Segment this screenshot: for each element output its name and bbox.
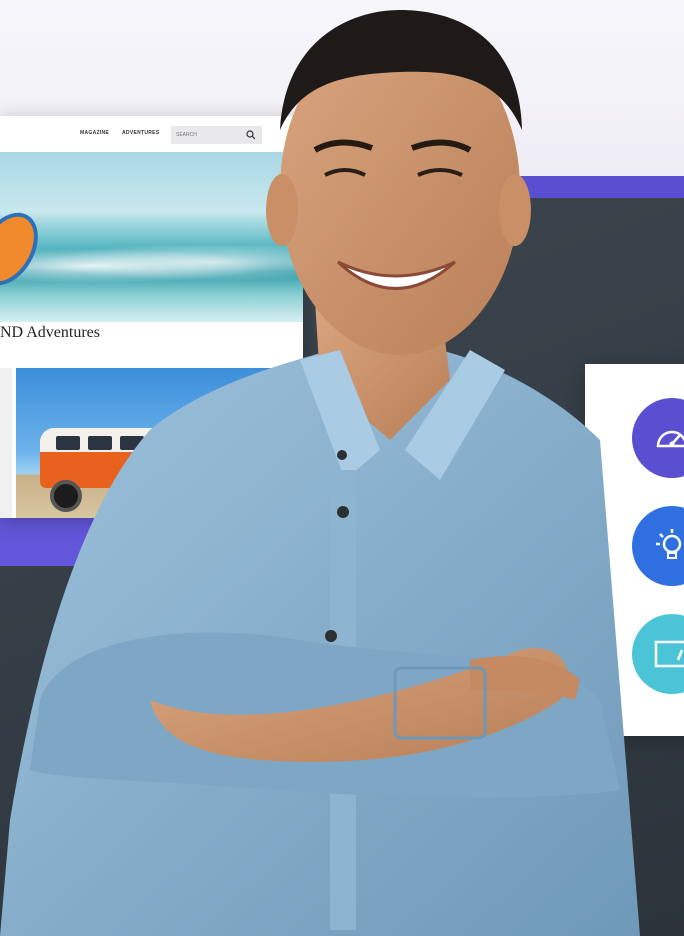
smiling-man-photo	[0, 10, 640, 936]
marketing-hero: MAGAZINE ADVENTURES ND Adventures	[0, 0, 684, 936]
